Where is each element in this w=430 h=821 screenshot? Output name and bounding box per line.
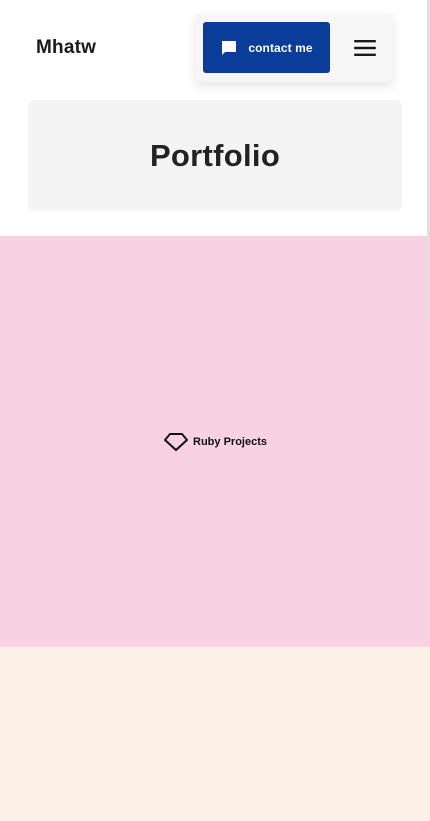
contact-me-button[interactable]: contact me [203, 22, 330, 73]
project-card-next[interactable] [0, 647, 430, 821]
ruby-projects-link[interactable]: Ruby Projects [163, 432, 267, 452]
brand-logo[interactable]: Mhatw [36, 36, 96, 60]
ruby-projects-label: Ruby Projects [193, 435, 267, 448]
page-title: Portfolio [149, 137, 281, 173]
project-card-ruby[interactable]: Ruby Projects [0, 236, 430, 647]
header-actions: contact me [195, 14, 393, 82]
hamburger-menu-button[interactable] [353, 38, 377, 58]
contact-me-label: contact me [248, 40, 313, 55]
chat-bubble-icon [220, 39, 238, 57]
page-hero: Portfolio [28, 100, 402, 211]
site-header: Mhatw contact me [0, 0, 430, 96]
ruby-gem-icon [163, 432, 189, 452]
hamburger-menu-icon [354, 40, 376, 56]
